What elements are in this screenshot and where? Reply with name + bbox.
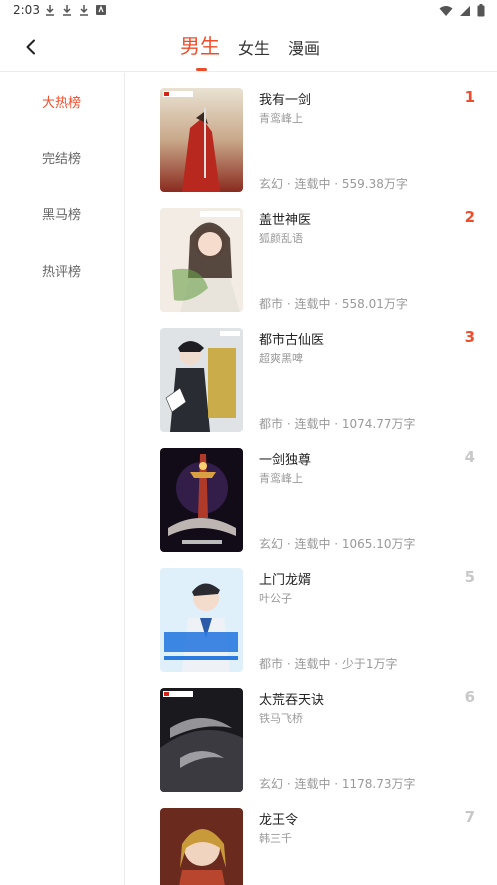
book-meta: 都市 · 连载中 · 少于1万字 [259, 657, 398, 671]
tab-label: 男生 [180, 34, 220, 58]
book-meta: 玄幻 · 连载中 · 1065.10万字 [259, 537, 416, 551]
book-title: 龙王令 [259, 813, 299, 828]
book-author: 青鸾峰上 [259, 112, 303, 125]
sidebar-item-hot-reviews[interactable]: 热评榜 [0, 261, 124, 280]
list-item[interactable]: 我有一剑 青鸾峰上 玄幻 · 连载中 · 559.38万字 1 [125, 73, 497, 193]
gender-tabs: 男生 女生 漫画 [180, 32, 338, 71]
book-cover [160, 328, 243, 432]
list-item[interactable]: 龙王令 韩三千 7 [125, 793, 497, 885]
book-author: 韩三千 [259, 832, 292, 845]
list-item[interactable]: 一剑独尊 青鸾峰上 玄幻 · 连载中 · 1065.10万字 4 [125, 433, 497, 553]
download-icon [63, 5, 71, 16]
download-icon [80, 5, 88, 16]
top-header: 男生 女生 漫画 [0, 22, 497, 72]
list-item[interactable]: 太荒吞天诀 铁马飞桥 玄幻 · 连载中 · 1178.73万字 6 [125, 673, 497, 793]
sidebar-item-hot[interactable]: 大热榜 [0, 92, 124, 111]
book-meta: 都市 · 连载中 · 558.01万字 [259, 297, 408, 311]
wifi-icon [439, 5, 453, 16]
book-cover [160, 448, 243, 552]
status-time: 2:03 [13, 3, 40, 17]
list-item[interactable]: 都市古仙医 超爽黑啤 都市 · 连载中 · 1074.77万字 3 [125, 313, 497, 433]
sidebar-item-completed[interactable]: 完结榜 [0, 148, 124, 167]
book-cover [160, 568, 243, 672]
book-title: 一剑独尊 [259, 453, 312, 468]
cover-illustration [160, 808, 243, 885]
notification-icons [44, 4, 107, 16]
sidebar-item-label: 热评榜 [42, 265, 82, 280]
tab-male[interactable]: 男生 [180, 32, 220, 71]
tab-label: 漫画 [288, 39, 321, 58]
back-button[interactable] [18, 34, 44, 60]
rank-number: 5 [464, 568, 475, 586]
book-author: 铁马飞桥 [259, 712, 303, 725]
book-title: 都市古仙医 [259, 333, 325, 348]
book-cover [160, 688, 243, 792]
sidebar-item-dark-horse[interactable]: 黑马榜 [0, 204, 124, 223]
cover-illustration [160, 328, 243, 432]
book-cover [160, 208, 243, 312]
book-meta: 都市 · 连载中 · 1074.77万字 [259, 417, 416, 431]
book-author: 叶公子 [259, 592, 292, 605]
battery-icon [477, 4, 485, 17]
book-title: 盖世神医 [259, 213, 312, 228]
rank-number: 4 [464, 448, 475, 466]
download-icon [46, 5, 54, 16]
book-author: 青鸾峰上 [259, 472, 303, 485]
app-notification-icon [96, 5, 106, 15]
sidebar-item-label: 完结榜 [42, 152, 82, 167]
cover-illustration [160, 688, 243, 792]
rank-number: 2 [464, 208, 475, 226]
tab-comics[interactable]: 漫画 [288, 32, 320, 62]
book-author: 超爽黑啤 [259, 352, 303, 365]
cover-illustration [160, 568, 243, 672]
book-cover [160, 88, 243, 192]
cover-illustration [160, 208, 243, 312]
back-arrow-icon [26, 39, 35, 55]
signal-icon [460, 5, 470, 16]
rank-number: 3 [464, 328, 475, 346]
active-tab-indicator [196, 68, 207, 71]
status-bar: 2:03 [0, 0, 497, 22]
ranking-sidebar: 大热榜 完结榜 黑马榜 热评榜 [0, 73, 125, 885]
rank-number: 1 [464, 88, 475, 106]
book-author: 狐颜乱语 [259, 232, 303, 245]
sidebar-item-label: 大热榜 [42, 96, 82, 111]
list-item[interactable]: 盖世神医 狐颜乱语 都市 · 连载中 · 558.01万字 2 [125, 193, 497, 313]
system-icons [439, 4, 485, 17]
book-ranking-list: 我有一剑 青鸾峰上 玄幻 · 连载中 · 559.38万字 1 盖世神医 狐颜乱… [125, 73, 497, 885]
cover-illustration [160, 88, 243, 192]
book-title: 太荒吞天诀 [259, 693, 325, 708]
book-title: 我有一剑 [259, 93, 312, 108]
cover-illustration [160, 448, 243, 552]
tab-female[interactable]: 女生 [238, 32, 270, 62]
list-item[interactable]: 上门龙婿 叶公子 都市 · 连载中 · 少于1万字 5 [125, 553, 497, 673]
tab-label: 女生 [238, 39, 271, 58]
book-meta: 玄幻 · 连载中 · 559.38万字 [259, 177, 408, 191]
book-cover [160, 808, 243, 885]
book-meta: 玄幻 · 连载中 · 1178.73万字 [259, 777, 416, 791]
sidebar-item-label: 黑马榜 [42, 208, 82, 223]
rank-number: 7 [464, 808, 475, 826]
book-title: 上门龙婿 [259, 573, 312, 588]
rank-number: 6 [464, 688, 475, 706]
